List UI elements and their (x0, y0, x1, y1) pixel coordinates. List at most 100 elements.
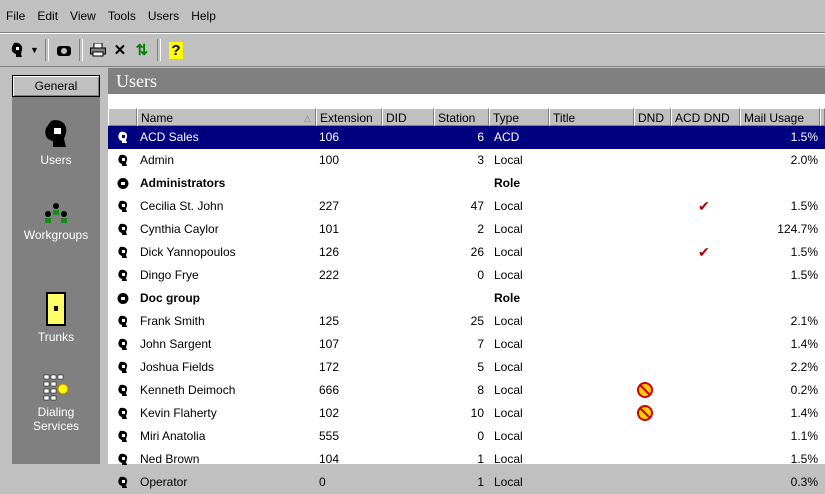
cell-did (385, 218, 430, 241)
table-row[interactable]: Admin 100 3 Local 2.0% (108, 149, 825, 172)
sort-ascending-icon: △ (304, 113, 311, 123)
cell-mail (743, 287, 818, 310)
cell-mail: 1.5% (790, 268, 818, 282)
cell-name: ACD Sales (140, 130, 199, 144)
table-row[interactable]: Cynthia Caylor 101 2 Local 124.7% (108, 218, 825, 241)
cell-did (385, 264, 430, 287)
cell-extension: 125 (319, 314, 340, 328)
page-title: Users (108, 68, 825, 94)
user-head-icon (118, 407, 128, 419)
toolbar-separator (78, 39, 83, 61)
menu-help[interactable]: Help (185, 6, 222, 26)
table-row[interactable]: Cecilia St. John 227 47 Local 1.5% ✔ (108, 195, 825, 218)
cell-station: 0 (477, 268, 484, 282)
cell-title (552, 172, 632, 195)
column-header-overflow (820, 108, 825, 126)
user-head-icon (118, 200, 128, 212)
cell-station: 7 (477, 337, 484, 351)
menu-edit[interactable]: Edit (31, 6, 64, 26)
cell-did (385, 172, 430, 195)
nav-group-general[interactable]: General (12, 75, 100, 97)
cell-station: 1 (477, 452, 484, 466)
table-row[interactable]: Dick Yannopoulos 126 26 Local 1.5% ✔ (108, 241, 825, 264)
column-header-acd-dnd[interactable]: ACD DND (671, 108, 740, 126)
role-icon (117, 293, 129, 304)
nav-item-label: Workgroups (23, 228, 89, 242)
table-row[interactable]: Administrators Role (108, 172, 825, 195)
phone-button[interactable] (53, 39, 75, 61)
column-header-mail-usage[interactable]: Mail Usage (740, 108, 820, 126)
cell-did (385, 149, 430, 172)
column-header-station[interactable]: Station (434, 108, 489, 126)
table-row[interactable]: Kevin Flaherty 102 10 Local 1.4% (108, 402, 825, 425)
table-row[interactable]: Doc group Role (108, 287, 825, 310)
user-head-icon (118, 246, 128, 258)
table-row[interactable]: ACD Sales 106 6 ACD 1.5% (108, 126, 825, 149)
cell-did (385, 310, 430, 333)
cell-extension: 100 (319, 153, 340, 167)
cell-name: John Sargent (140, 337, 212, 351)
menu-file[interactable]: File (0, 6, 31, 26)
user-head-icon (118, 430, 128, 442)
print-button[interactable] (87, 39, 109, 61)
column-header-title[interactable]: Title (549, 108, 634, 126)
cell-mail: 1.1% (790, 429, 818, 443)
do-not-disturb-icon (637, 405, 653, 421)
table-row[interactable]: John Sargent 107 7 Local 1.4% (108, 333, 825, 356)
column-header-dnd[interactable]: DND (634, 108, 671, 126)
cell-title (552, 333, 632, 356)
cell-extension: 227 (319, 199, 340, 213)
help-button[interactable]: ? (165, 39, 187, 61)
delete-button[interactable]: ✕ (109, 39, 131, 61)
nav-item-workgroups[interactable]: Workgroups (12, 202, 100, 242)
cell-name: Frank Smith (140, 314, 205, 328)
cell-station: 5 (477, 360, 484, 374)
cell-type: Local (494, 452, 523, 466)
cell-did (385, 379, 430, 402)
menu-view[interactable]: View (64, 6, 102, 26)
printer-icon (89, 43, 106, 57)
cell-name: Cynthia Caylor (140, 222, 219, 236)
user-head-icon (118, 131, 128, 143)
table-row[interactable]: Joshua Fields 172 5 Local 2.2% (108, 356, 825, 379)
column-header-type[interactable]: Type (489, 108, 549, 126)
table-row[interactable]: Dingo Frye 222 0 Local 1.5% (108, 264, 825, 287)
cell-did (385, 448, 430, 471)
user-head-icon (118, 453, 128, 465)
role-icon (117, 178, 129, 189)
cell-station: 26 (470, 245, 484, 259)
cell-type: Local (494, 199, 523, 213)
cell-station (437, 287, 484, 310)
table-row[interactable]: Kenneth Deimoch 666 8 Local 0.2% (108, 379, 825, 402)
cell-did (385, 333, 430, 356)
column-header-icon[interactable] (108, 108, 137, 126)
chevron-down-icon[interactable]: ▼ (30, 45, 39, 55)
nav-item-users[interactable]: Users (12, 119, 100, 167)
nav-item-dialing-services[interactable]: Dialing Services (12, 373, 100, 433)
table-row[interactable]: Operator 0 1 Local 0.3% (108, 471, 825, 494)
cell-did (385, 402, 430, 425)
column-header-name[interactable]: Name △ (137, 108, 316, 126)
refresh-button[interactable]: ⇅ (131, 39, 153, 61)
table-row[interactable]: Miri Anatolia 555 0 Local 1.1% (108, 425, 825, 448)
user-head-icon (118, 476, 128, 488)
new-user-button[interactable] (6, 39, 28, 61)
cell-type: Local (494, 383, 523, 397)
cell-mail (743, 172, 818, 195)
table-row[interactable]: Ned Brown 104 1 Local 1.5% (108, 448, 825, 471)
cell-mail: 2.0% (790, 153, 818, 167)
cell-title (552, 149, 632, 172)
nav-splitter[interactable] (100, 97, 104, 464)
menu-tools[interactable]: Tools (102, 6, 142, 26)
cell-extension: 106 (319, 130, 340, 144)
cell-mail: 1.5% (790, 452, 818, 466)
cell-extension: 101 (319, 222, 340, 236)
cell-extension: 555 (319, 429, 340, 443)
column-header-extension[interactable]: Extension (316, 108, 382, 126)
cell-name: Admin (140, 153, 175, 167)
column-header-did[interactable]: DID (382, 108, 434, 126)
table-row[interactable]: Frank Smith 125 25 Local 2.1% (108, 310, 825, 333)
cell-title (552, 126, 632, 149)
menu-users[interactable]: Users (142, 6, 185, 26)
nav-item-trunks[interactable]: Trunks (12, 292, 100, 344)
